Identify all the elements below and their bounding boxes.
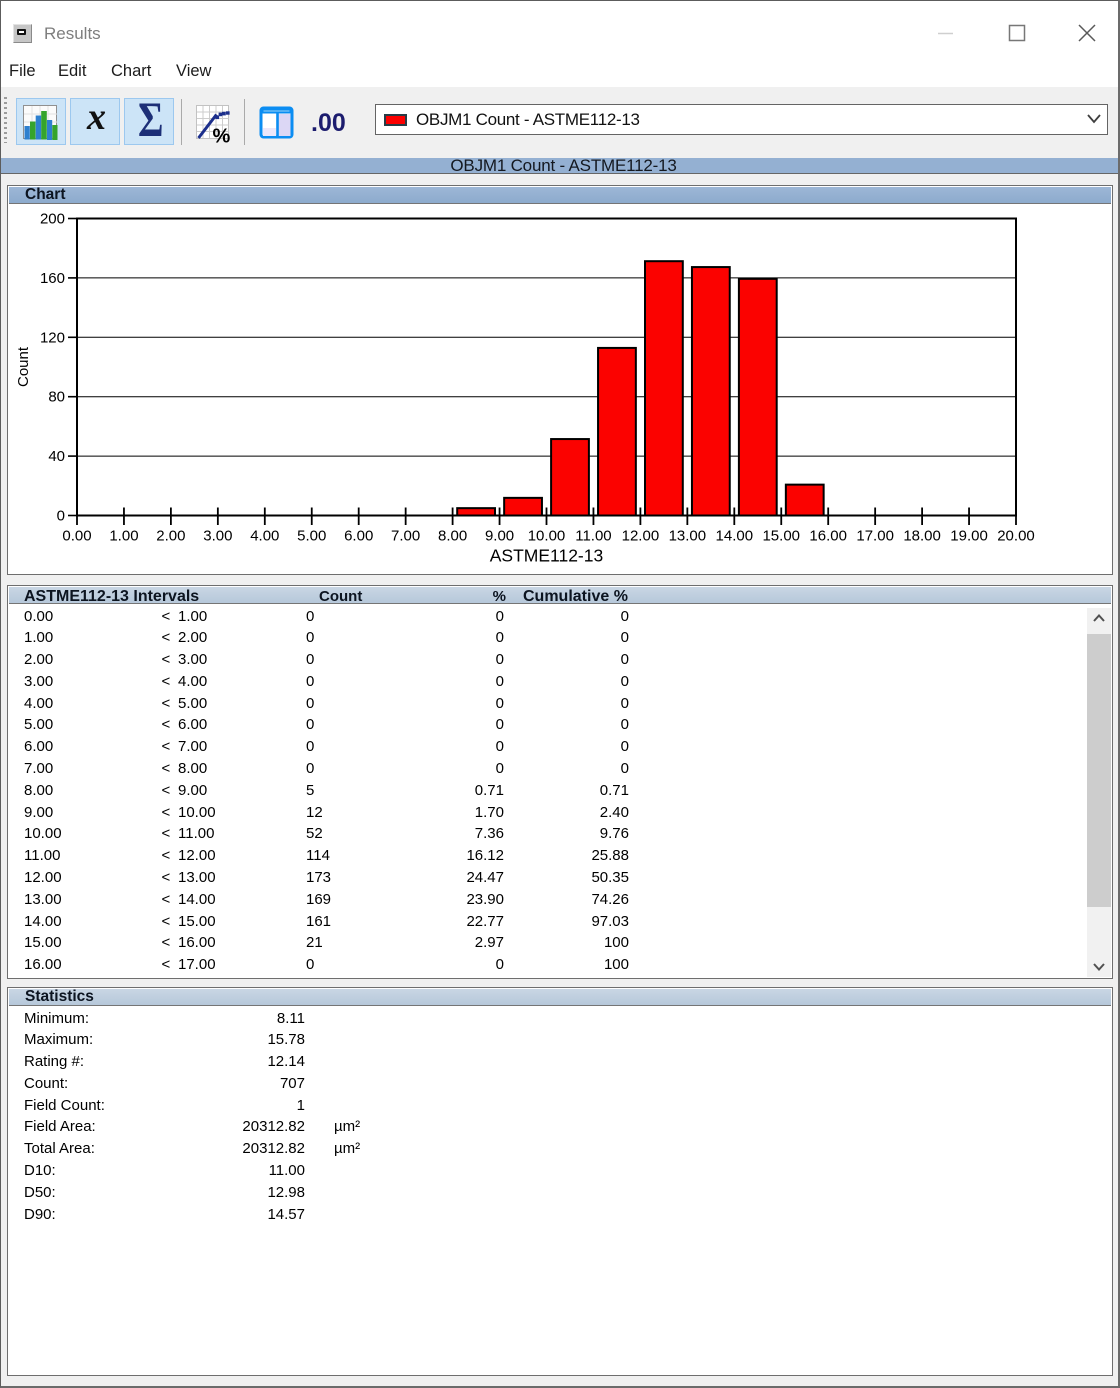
svg-text:120: 120 (40, 329, 65, 346)
svg-text:1.00: 1.00 (109, 528, 138, 545)
svg-text:10.00: 10.00 (528, 528, 566, 545)
svg-text:18.00: 18.00 (903, 528, 941, 545)
svg-text:200: 200 (40, 211, 65, 228)
svg-text:40: 40 (48, 448, 65, 465)
svg-text:17.00: 17.00 (856, 528, 894, 545)
svg-text:8.00: 8.00 (438, 528, 467, 545)
svg-text:6.00: 6.00 (344, 528, 373, 545)
svg-text:9.00: 9.00 (485, 528, 514, 545)
svg-text:3.00: 3.00 (203, 528, 232, 545)
svg-text:0.00: 0.00 (62, 528, 91, 545)
svg-text:20.00: 20.00 (997, 528, 1035, 545)
svg-text:5.00: 5.00 (297, 528, 326, 545)
svg-text:11.00: 11.00 (575, 528, 611, 545)
svg-text:13.00: 13.00 (669, 528, 707, 545)
svg-text:Count: Count (15, 346, 32, 387)
svg-text:19.00: 19.00 (950, 528, 988, 545)
svg-text:4.00: 4.00 (250, 528, 279, 545)
svg-text:2.00: 2.00 (156, 528, 185, 545)
svg-text:14.00: 14.00 (716, 528, 754, 545)
svg-text:0: 0 (57, 508, 65, 525)
svg-text:160: 160 (40, 270, 65, 287)
svg-text:80: 80 (48, 389, 65, 406)
svg-text:%: % (213, 126, 231, 145)
svg-text:15.00: 15.00 (762, 528, 800, 545)
svg-text:ASTME112-13: ASTME112-13 (490, 546, 603, 566)
svg-text:12.00: 12.00 (622, 528, 660, 545)
svg-text:7.00: 7.00 (391, 528, 420, 545)
svg-text:16.00: 16.00 (809, 528, 847, 545)
